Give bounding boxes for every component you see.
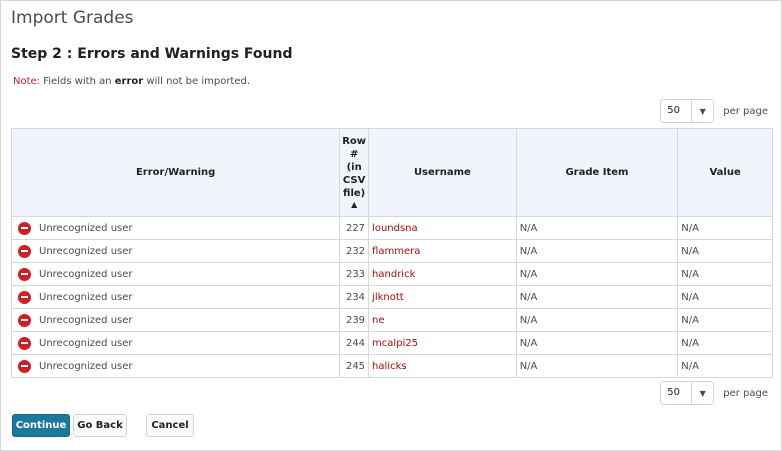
username-link[interactable]: mcalpi25 <box>372 338 418 349</box>
cell-error-warning: Unrecognized user <box>10 239 341 263</box>
cell-error-warning: Unrecognized user <box>10 331 341 355</box>
cell-row-number: 227 <box>339 216 370 240</box>
error-message: Unrecognized user <box>39 245 133 257</box>
error-icon <box>18 336 31 350</box>
table-row: Unrecognized user 233 handrick N/A N/A <box>10 262 773 286</box>
cell-grade-item: N/A <box>515 285 679 309</box>
cell-username: halicks <box>368 354 517 378</box>
column-header-error-warning: Error/Warning <box>10 128 341 217</box>
error-icon <box>18 290 31 304</box>
cell-grade-item: N/A <box>515 216 679 240</box>
note-emphasis: error <box>114 76 144 87</box>
sort-ascending-icon: ▲ <box>351 200 358 209</box>
cell-row-number: 232 <box>339 239 370 263</box>
note-label: Note: <box>13 76 41 87</box>
cell-grade-item: N/A <box>515 239 679 263</box>
errors-table: Error/Warning Row # (in CSV file) ▲ User… <box>10 128 773 378</box>
cell-grade-item: N/A <box>515 308 679 332</box>
error-icon <box>18 244 31 258</box>
cell-grade-item: N/A <box>515 354 679 378</box>
error-icon <box>18 359 31 373</box>
note-prefix: Fields with an <box>43 76 112 87</box>
cell-error-warning: Unrecognized user <box>10 262 341 286</box>
chevron-down-icon: ▼ <box>691 382 713 404</box>
cell-error-warning: Unrecognized user <box>10 308 341 332</box>
cell-row-number: 233 <box>339 262 370 286</box>
error-icon <box>18 221 31 235</box>
cell-error-warning: Unrecognized user <box>10 216 341 240</box>
row-number-line: Row <box>342 136 367 147</box>
row-number-line: # <box>349 149 359 160</box>
username-link[interactable]: halicks <box>372 361 407 372</box>
cell-value: N/A <box>677 285 773 309</box>
cell-username: flammera <box>368 239 517 263</box>
cell-value: N/A <box>677 216 773 240</box>
error-icon <box>18 267 31 281</box>
table-row: Unrecognized user 227 loundsna N/A N/A <box>10 216 773 240</box>
username-link[interactable]: ne <box>372 315 385 326</box>
error-message: Unrecognized user <box>39 360 133 372</box>
cell-row-number: 245 <box>339 354 370 378</box>
column-header-username: Username <box>368 128 517 217</box>
error-message: Unrecognized user <box>39 268 133 280</box>
pager-top: 50 ▼ per page <box>660 99 768 123</box>
continue-button[interactable]: Continue <box>12 414 70 437</box>
note-suffix: will not be imported. <box>146 76 251 87</box>
per-page-label: per page <box>723 387 768 399</box>
pager-bottom: 50 ▼ per page <box>660 381 768 405</box>
cell-value: N/A <box>677 331 773 355</box>
cell-value: N/A <box>677 239 773 263</box>
username-link[interactable]: flammera <box>372 246 420 257</box>
error-message: Unrecognized user <box>39 291 133 303</box>
page-size-value: 50 <box>667 387 680 398</box>
error-message: Unrecognized user <box>39 314 133 326</box>
cell-value: N/A <box>677 354 773 378</box>
cell-row-number: 239 <box>339 308 370 332</box>
cell-username: ne <box>368 308 517 332</box>
error-icon <box>18 313 31 327</box>
table-row: Unrecognized user 245 halicks N/A N/A <box>10 354 773 378</box>
page-size-select-bottom[interactable]: 50 ▼ <box>660 381 715 405</box>
cell-username: jlknott <box>368 285 517 309</box>
table-row: Unrecognized user 239 ne N/A N/A <box>10 308 773 332</box>
page-size-value: 50 <box>667 105 680 116</box>
cell-error-warning: Unrecognized user <box>10 285 341 309</box>
cell-error-warning: Unrecognized user <box>10 354 341 378</box>
cell-username: handrick <box>368 262 517 286</box>
table-row: Unrecognized user 244 mcalpi25 N/A N/A <box>10 331 773 355</box>
username-link[interactable]: loundsna <box>372 223 418 234</box>
error-message: Unrecognized user <box>39 337 133 349</box>
cancel-button[interactable]: Cancel <box>146 414 194 437</box>
row-number-line: CSV <box>342 175 366 186</box>
cell-value: N/A <box>677 308 773 332</box>
step-title: Step 2 : Errors and Warnings Found <box>11 46 293 62</box>
row-number-line: file) <box>343 188 366 199</box>
go-back-button[interactable]: Go Back <box>73 414 127 437</box>
page-title: Import Grades <box>11 8 134 28</box>
username-link[interactable]: handrick <box>372 269 415 280</box>
table-header-row: Error/Warning Row # (in CSV file) ▲ User… <box>10 128 773 217</box>
row-number-line: (in <box>346 162 362 173</box>
cell-username: mcalpi25 <box>368 331 517 355</box>
username-link[interactable]: jlknott <box>372 292 404 303</box>
chevron-down-icon: ▼ <box>691 100 713 122</box>
column-header-grade-item: Grade Item <box>515 128 679 217</box>
cell-row-number: 244 <box>339 331 370 355</box>
error-message: Unrecognized user <box>39 222 133 234</box>
cell-row-number: 234 <box>339 285 370 309</box>
column-header-row-number[interactable]: Row # (in CSV file) ▲ <box>339 128 370 217</box>
page-size-select-top[interactable]: 50 ▼ <box>660 99 715 123</box>
import-note: Note: Fields with an error will not be i… <box>13 76 250 87</box>
per-page-label: per page <box>723 105 768 117</box>
table-row: Unrecognized user 232 flammera N/A N/A <box>10 239 773 263</box>
column-header-value: Value <box>677 128 773 217</box>
cell-value: N/A <box>677 262 773 286</box>
cell-grade-item: N/A <box>515 331 679 355</box>
table-row: Unrecognized user 234 jlknott N/A N/A <box>10 285 773 309</box>
cell-grade-item: N/A <box>515 262 679 286</box>
cell-username: loundsna <box>368 216 517 240</box>
